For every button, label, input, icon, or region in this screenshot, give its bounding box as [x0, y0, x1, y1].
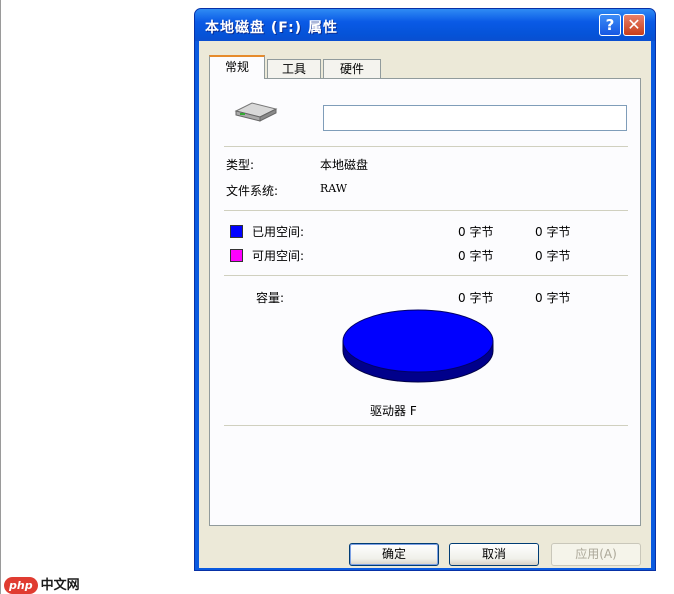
- type-label: 类型:: [226, 158, 255, 172]
- free-space-bytes: 0 字节: [458, 249, 494, 263]
- file-system-label: 文件系统:: [226, 184, 279, 198]
- apply-button[interactable]: 应用(A): [551, 543, 641, 566]
- tab-hardware[interactable]: 硬件: [323, 59, 381, 78]
- capacity-label: 容量:: [256, 291, 285, 305]
- php-logo-text: 中文网: [40, 578, 80, 593]
- type-value: 本地磁盘: [320, 158, 369, 172]
- dialog-client-area: 常规 工具 硬件 类型: 本地磁盘 文件系统: RAW 已用空间: 0 字节 0…: [199, 41, 651, 568]
- tab-tools[interactable]: 工具: [267, 59, 321, 78]
- used-space-size: 0 字节: [535, 225, 571, 239]
- free-space-color-swatch: [230, 249, 243, 262]
- cancel-button[interactable]: 取消: [449, 543, 539, 566]
- capacity-size: 0 字节: [535, 291, 571, 305]
- page-left-border: [0, 0, 1, 594]
- close-button[interactable]: ✕: [623, 14, 645, 36]
- capacity-bytes: 0 字节: [458, 291, 494, 305]
- disk-usage-pie-chart: [342, 309, 494, 383]
- separator: [224, 146, 628, 147]
- ok-button[interactable]: 确定: [349, 543, 439, 566]
- php-cn-watermark: php 中文网: [4, 574, 80, 594]
- separator: [224, 425, 628, 426]
- title-bar[interactable]: 本地磁盘 (F:) 属性 ? ✕: [195, 9, 655, 41]
- separator: [224, 275, 628, 276]
- free-space-label: 可用空间:: [252, 249, 305, 263]
- separator: [224, 210, 628, 211]
- general-tab-panel: 类型: 本地磁盘 文件系统: RAW 已用空间: 0 字节 0 字节 可用空间:…: [209, 78, 641, 526]
- file-system-value: RAW: [320, 182, 348, 195]
- help-button[interactable]: ?: [599, 14, 621, 36]
- php-logo-badge: php: [4, 577, 38, 594]
- used-space-bytes: 0 字节: [458, 225, 494, 239]
- properties-dialog: 本地磁盘 (F:) 属性 ? ✕ 常规 工具 硬件 类型: 本地磁盘 文件系统:…: [194, 8, 656, 571]
- tab-general[interactable]: 常规: [209, 55, 265, 79]
- used-space-label: 已用空间:: [252, 225, 305, 239]
- free-space-size: 0 字节: [535, 249, 571, 263]
- used-space-color-swatch: [230, 225, 243, 238]
- volume-name-input[interactable]: [323, 105, 627, 131]
- drive-letter-label: 驱动器 F: [370, 404, 417, 418]
- dialog-title: 本地磁盘 (F:) 属性: [205, 20, 338, 36]
- hard-drive-icon: [234, 102, 278, 122]
